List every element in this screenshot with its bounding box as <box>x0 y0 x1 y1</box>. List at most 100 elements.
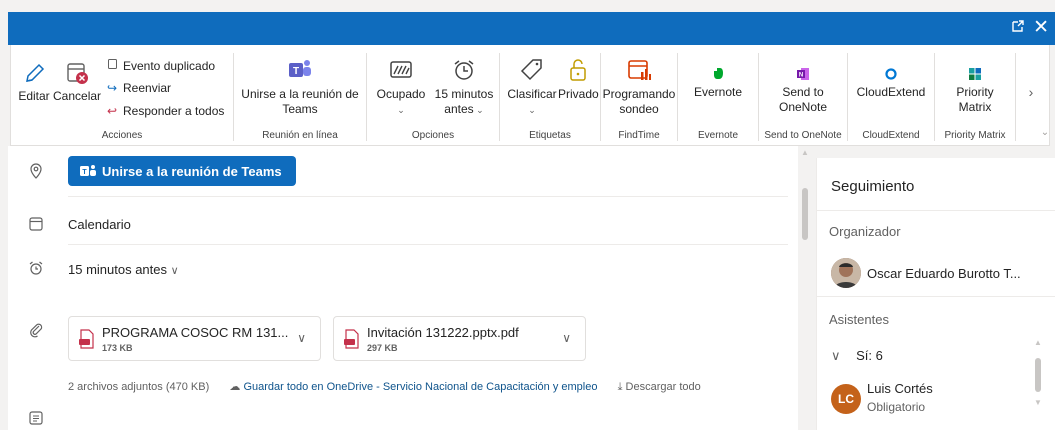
chevron-down-icon: ∨ <box>170 265 179 277</box>
reminder-label-1: 15 minutos <box>434 87 494 101</box>
chevron-down-icon: ⌄ <box>528 105 536 115</box>
scroll-up-icon[interactable]: ▲ <box>1034 338 1042 347</box>
reminder-value: 15 minutos antes <box>68 262 168 277</box>
busy-dropdown[interactable]: Ocupado ⌄ <box>373 57 429 118</box>
group-onenote: N Send to OneNote Send to OneNote <box>759 45 847 145</box>
chevron-down-icon[interactable]: ⌄ <box>1039 125 1051 140</box>
attendee-group-yes[interactable]: ∨ Sí: 6 <box>831 348 883 364</box>
download-icon: ⤓ <box>617 381 623 393</box>
calendar-cancel-icon <box>67 63 88 84</box>
onenote-icon: N <box>797 68 809 80</box>
lock-open-icon <box>570 59 586 81</box>
calendar-icon <box>28 216 48 236</box>
scrollbar-thumb[interactable] <box>1035 358 1041 392</box>
group-label-etiquetas: Etiquetas <box>529 130 571 141</box>
findtime-label-2: sondeo <box>619 102 659 116</box>
chevron-down-icon: ⌄ <box>397 105 405 115</box>
paperclip-icon <box>28 322 48 342</box>
classify-label: Clasificar <box>507 87 557 101</box>
avatar[interactable]: LC <box>831 384 861 414</box>
duplicate-event-label: Evento duplicado <box>123 59 216 73</box>
chevron-down-icon[interactable]: ∨ <box>562 331 571 345</box>
cloudextend-label: CloudExtend <box>856 85 926 99</box>
alarm-clock-icon <box>454 60 474 80</box>
group-opciones: Ocupado ⌄ 15 minutos antes ⌄ Opciones <box>367 45 499 145</box>
reply-all-icon: ↩ <box>106 104 118 118</box>
calendar-name: Calendario <box>68 217 131 232</box>
pdf-file-icon <box>344 329 359 349</box>
join-teams-meeting-button[interactable]: T Unirse a la reunión de Teams <box>68 156 296 186</box>
busy-label: Ocupado <box>376 87 426 101</box>
attachment-summary: 2 archivos adjuntos (470 KB) <box>68 381 210 393</box>
group-label-cloudextend: CloudExtend <box>862 130 920 141</box>
reminder-dropdown[interactable]: 15 minutos antes ⌄ <box>431 57 497 118</box>
group-label-acciones: Acciones <box>101 130 143 141</box>
group-etiquetas: Clasificar ⌄ Privado Etiquetas <box>500 45 600 145</box>
chevron-right-icon[interactable]: › <box>1021 85 1041 100</box>
scroll-up-icon[interactable]: ▲ <box>801 148 809 157</box>
divider <box>817 210 1055 211</box>
yes-count: Sí: 6 <box>856 348 883 363</box>
attendee-name[interactable]: Luis Cortés <box>867 381 933 396</box>
event-details: T Unirse a la reunión de Teams Calendari… <box>8 146 798 430</box>
title-bar: ✕ <box>8 12 1055 45</box>
join-teams-label-2: Teams <box>282 102 318 116</box>
scroll-down-icon[interactable]: ▼ <box>1034 398 1042 407</box>
edit-label: Editar <box>18 89 50 103</box>
download-all-link[interactable]: Descargar todo <box>626 381 701 393</box>
popout-icon[interactable] <box>1011 18 1025 38</box>
attachment-name: Invitación 131222.pptx.pdf <box>367 325 519 340</box>
group-label-reunion: Reunión en línea <box>262 130 338 141</box>
avatar[interactable] <box>831 258 861 288</box>
organizer-label: Organizador <box>829 224 901 239</box>
reminder-dropdown-field[interactable]: 15 minutos antes ∨ <box>68 262 179 277</box>
chevron-down-icon: ⌄ <box>473 105 484 115</box>
classify-dropdown[interactable]: Clasificar ⌄ <box>506 57 558 118</box>
reply-all-button[interactable]: ↩ Responder a todos <box>105 104 224 118</box>
svg-text:T: T <box>82 169 87 176</box>
findtime-icon <box>628 60 651 80</box>
close-icon[interactable]: ✕ <box>1033 18 1049 38</box>
divider <box>68 196 788 197</box>
chevron-down-icon[interactable]: ∨ <box>297 331 306 345</box>
teams-icon: T <box>80 165 96 176</box>
panel-scrollbar[interactable]: ▲ ▼ <box>1034 338 1042 407</box>
group-acciones: Editar Cancelar Evento duplicado ↪ Reenvi… <box>11 45 233 145</box>
reminder-label-2: antes <box>444 102 474 116</box>
divider <box>68 244 788 245</box>
edit-button[interactable]: Editar <box>17 61 51 104</box>
attachment-card[interactable]: PROGRAMA COSOC RM 131... 173 KB ∨ <box>68 316 321 361</box>
onenote-label-2: OneNote <box>778 100 828 114</box>
cancel-label: Cancelar <box>53 89 102 103</box>
group-label-opciones: Opciones <box>411 130 455 141</box>
group-cloudextend: CloudExtend CloudExtend <box>848 45 934 145</box>
duplicate-event-button[interactable]: Evento duplicado <box>105 58 215 73</box>
attachment-card[interactable]: Invitación 131222.pptx.pdf 297 KB ∨ <box>333 316 586 361</box>
busy-status-icon <box>390 61 412 78</box>
group-priority-matrix: Priority Matrix Priority Matrix <box>935 45 1015 145</box>
forward-button[interactable]: ↪ Reenviar <box>105 81 171 95</box>
evernote-button[interactable]: Evernote <box>678 67 758 100</box>
send-to-onenote-button[interactable]: N Send to OneNote <box>759 67 847 115</box>
svg-text:T: T <box>293 66 299 77</box>
group-label-priority-matrix: Priority Matrix <box>944 130 1006 141</box>
tracking-panel: Seguimiento Organizador Oscar Eduardo Bu… <box>816 158 1055 430</box>
pdf-file-icon <box>79 329 94 349</box>
attachment-size: 297 KB <box>367 343 398 353</box>
cancel-button[interactable]: Cancelar <box>53 61 101 104</box>
private-label: Privado <box>558 87 599 101</box>
main-scrollbar[interactable]: ▲ <box>801 148 812 430</box>
findtime-poll-button[interactable]: Programando sondeo <box>601 57 677 117</box>
cloudextend-button[interactable]: CloudExtend <box>848 67 934 100</box>
alarm-clock-icon <box>28 260 48 280</box>
chevron-down-icon: ∨ <box>831 348 841 363</box>
private-button[interactable]: Privado <box>558 57 599 102</box>
pencil-icon <box>26 63 45 82</box>
cloud-icon: ☁ <box>229 381 241 393</box>
scrollbar-thumb[interactable] <box>802 188 808 240</box>
group-reunion: T Unirse a la reunión de Teams Reunión e… <box>234 45 366 145</box>
organizer-name[interactable]: Oscar Eduardo Burotto T... <box>867 266 1021 281</box>
join-teams-ribbon-button[interactable]: T Unirse a la reunión de Teams <box>234 57 366 117</box>
priority-matrix-button[interactable]: Priority Matrix <box>935 67 1015 115</box>
save-to-onedrive-link[interactable]: Guardar todo en OneDrive - Servicio Naci… <box>243 381 597 393</box>
